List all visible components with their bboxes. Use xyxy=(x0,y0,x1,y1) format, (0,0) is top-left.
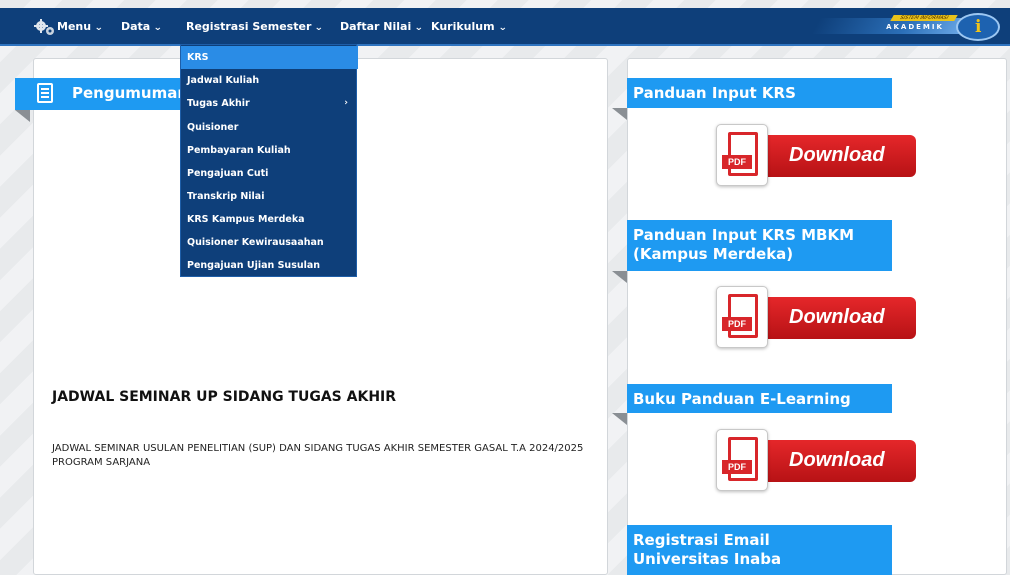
announcement-title: Pengumuman xyxy=(72,84,189,102)
dropdown-item-quisioner-kewirausaahan[interactable]: Quisioner Kewirausaahan xyxy=(181,231,358,254)
dropdown-item-label: KRS xyxy=(187,52,209,63)
ribbon-fold xyxy=(15,110,30,122)
guide-email-title-line2: Universitas Inaba xyxy=(633,550,782,568)
nav-kurikulum-label: Kurikulum xyxy=(431,20,495,33)
dropdown-item-pengajuan-cuti[interactable]: Pengajuan Cuti xyxy=(181,162,358,185)
chevron-down-icon: ⌄ xyxy=(314,23,324,33)
nav-daftar-nilai-label: Daftar Nilai xyxy=(340,20,412,33)
guide-mbkm-ribbon: Panduan Input KRS MBKM (Kampus Merdeka) xyxy=(627,220,892,271)
download-krs-button[interactable]: Download PDF xyxy=(716,124,916,188)
chevron-down-icon: ⌄ xyxy=(153,23,163,33)
pdf-page xyxy=(728,132,758,176)
pdf-icon: PDF xyxy=(716,124,768,186)
chevron-down-icon: ⌄ xyxy=(497,23,507,33)
dropdown-item-krs[interactable]: KRS xyxy=(181,46,358,69)
brand-top-text: SISTEM INFORMASI xyxy=(890,15,958,21)
download-label: Download xyxy=(789,449,885,471)
dropdown-item-pembayaran-kuliah[interactable]: Pembayaran Kuliah xyxy=(181,139,358,162)
dropdown-item-label: Pengajuan Ujian Susulan xyxy=(187,260,321,271)
nav-menu-label: Menu xyxy=(57,20,92,33)
registrasi-semester-dropdown: KRS Jadwal Kuliah Tugas Akhir › Quisioner… xyxy=(180,44,358,277)
dropdown-item-label: Quisioner Kewirausaahan xyxy=(187,237,324,248)
guide-krs-title: Panduan Input KRS xyxy=(633,84,796,102)
guide-email-title-line1: Registrasi Email xyxy=(633,531,770,549)
dropdown-item-label: Jadwal Kuliah xyxy=(187,75,260,86)
nav-daftar-nilai[interactable]: Daftar Nilai ⌄ xyxy=(340,8,424,46)
dropdown-item-tugas-akhir[interactable]: Tugas Akhir › xyxy=(181,92,358,115)
guide-elearning-ribbon: Buku Panduan E-Learning xyxy=(627,384,892,413)
brand-name: AKADEMIK xyxy=(886,23,944,31)
download-label: Download xyxy=(789,144,885,166)
nav-data[interactable]: Data ⌄ xyxy=(121,8,163,46)
nav-menu[interactable]: Menu ⌄ xyxy=(57,8,103,46)
dropdown-item-label: Transkrip Nilai xyxy=(187,191,265,202)
guide-krs-ribbon: Panduan Input KRS xyxy=(627,78,892,108)
nav-data-label: Data xyxy=(121,20,151,33)
ribbon-fold xyxy=(612,271,627,283)
pdf-page xyxy=(728,294,758,338)
nav-registrasi-semester[interactable]: Registrasi Semester ⌄ xyxy=(186,8,324,46)
pdf-tag: PDF xyxy=(722,155,752,169)
pdf-page xyxy=(728,437,758,481)
dropdown-item-label: Pembayaran Kuliah xyxy=(187,145,291,156)
dropdown-item-label: Tugas Akhir xyxy=(187,98,250,109)
dropdown-item-label: Quisioner xyxy=(187,122,239,133)
top-navbar: Menu ⌄ Data ⌄ Registrasi Semester ⌄ Daftar … xyxy=(0,8,1010,46)
chevron-down-icon: ⌄ xyxy=(414,23,424,33)
download-elearning-button[interactable]: Download PDF xyxy=(716,429,916,493)
announcement-ribbon: Pengumuman xyxy=(15,78,195,110)
download-label: Download xyxy=(789,306,885,328)
guide-mbkm-title-line1: Panduan Input KRS MBKM xyxy=(633,226,855,244)
dropdown-item-pengajuan-ujian-susulan[interactable]: Pengajuan Ujian Susulan xyxy=(181,254,358,277)
dropdown-item-label: Pengajuan Cuti xyxy=(187,168,269,179)
guide-mbkm-title-line2: (Kampus Merdeka) xyxy=(633,245,794,263)
chevron-right-icon: › xyxy=(344,98,348,108)
pdf-tag: PDF xyxy=(722,460,752,474)
dropdown-item-jadwal-kuliah[interactable]: Jadwal Kuliah xyxy=(181,69,358,92)
ribbon-fold xyxy=(612,413,627,425)
info-logo-icon: i xyxy=(956,13,1000,41)
nav-registrasi-label: Registrasi Semester xyxy=(186,20,312,33)
chevron-down-icon: ⌄ xyxy=(94,23,104,33)
guide-elearning-title: Buku Panduan E-Learning xyxy=(633,390,851,408)
download-mbkm-button[interactable]: Download PDF xyxy=(716,286,916,350)
dropdown-item-transkrip-nilai[interactable]: Transkrip Nilai xyxy=(181,185,358,208)
info-logo-letter: i xyxy=(975,17,982,37)
ribbon-fold xyxy=(612,108,627,120)
seminar-body: JADWAL SEMINAR USULAN PENELITIAN (SUP) D… xyxy=(52,443,584,468)
pdf-icon: PDF xyxy=(716,429,768,491)
document-icon xyxy=(37,83,53,103)
dropdown-item-quisioner[interactable]: Quisioner xyxy=(181,116,358,139)
dropdown-item-krs-kampus-merdeka[interactable]: KRS Kampus Merdeka xyxy=(181,208,358,231)
pdf-tag: PDF xyxy=(722,317,752,331)
brand-logo[interactable]: SISTEM INFORMASI AKADEMIK i xyxy=(811,13,1001,41)
pdf-icon: PDF xyxy=(716,286,768,348)
gear-icon xyxy=(34,19,54,35)
dropdown-item-label: KRS Kampus Merdeka xyxy=(187,214,305,225)
seminar-title: JADWAL SEMINAR UP SIDANG TUGAS AKHIR xyxy=(52,389,397,405)
nav-kurikulum[interactable]: Kurikulum ⌄ xyxy=(431,8,507,46)
guide-email-ribbon: Registrasi Email Universitas Inaba xyxy=(627,525,892,575)
